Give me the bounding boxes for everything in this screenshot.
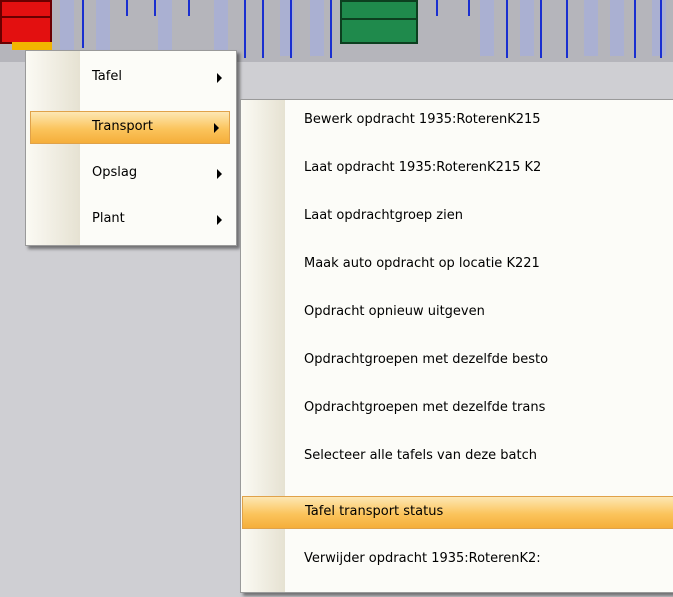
menu-item-label: Tafel transport status: [305, 504, 444, 519]
menu-item-opslag[interactable]: Opslag: [26, 158, 236, 189]
submenu-arrow-icon: [217, 215, 222, 225]
rail-line: [290, 0, 292, 58]
table-block-green[interactable]: [340, 0, 418, 44]
tick-mark: [436, 0, 438, 16]
menu-item-label: Opdracht opnieuw uitgeven: [304, 304, 485, 319]
menu-item-laat-opdracht[interactable]: Laat opdracht 1935:RoterenK215 K2: [242, 153, 673, 184]
menu-item-label: Opdrachtgroepen met dezelfde trans: [304, 400, 546, 415]
menu-item-label: Bewerk opdracht 1935:RoterenK215: [304, 112, 541, 127]
rail-line: [540, 0, 542, 58]
selected-table-red[interactable]: [0, 0, 52, 44]
menu-item-label: Maak auto opdracht op locatie K221: [304, 256, 540, 271]
menu-item-tafel-transport-status[interactable]: Tafel transport status: [242, 496, 673, 529]
menu-item-label: Opdrachtgroepen met dezelfde besto: [304, 352, 549, 367]
menu-item-tafel[interactable]: Tafel: [26, 62, 236, 93]
rail-line: [660, 0, 662, 58]
menu-item-bewerk-opdracht[interactable]: Bewerk opdracht 1935:RoterenK215: [242, 105, 673, 136]
transport-submenu: Bewerk opdracht 1935:RoterenK215 Laat op…: [240, 99, 673, 593]
slot-marker: [310, 0, 324, 56]
slot-marker: [214, 0, 228, 56]
menu-item-label: Laat opdrachtgroep zien: [304, 208, 463, 223]
menu-item-label: Tafel: [92, 69, 122, 84]
menu-item-laat-opdrachtgroep[interactable]: Laat opdrachtgroep zien: [242, 201, 673, 232]
menu-item-label: Transport: [92, 119, 154, 134]
slot-marker: [480, 0, 494, 56]
menu-item-label: Opslag: [92, 165, 138, 180]
menu-item-label: Laat opdracht 1935:RoterenK215 K2: [304, 160, 542, 175]
menu-item-label: Plant: [92, 211, 125, 226]
menu-item-label: Selecteer alle tafels van deze batch: [304, 448, 537, 463]
submenu-arrow-icon: [217, 169, 222, 179]
tick-mark: [154, 0, 156, 16]
rail-line: [566, 0, 568, 58]
tick-mark: [468, 0, 470, 16]
menu-item-maak-auto-opdracht[interactable]: Maak auto opdracht op locatie K221: [242, 249, 673, 280]
menu-item-transport[interactable]: Transport: [30, 111, 230, 144]
selection-indicator: [12, 42, 52, 50]
menu-item-verwijder-opdracht[interactable]: Verwijder opdracht 1935:RoterenK2:: [242, 544, 673, 575]
menu-item-opdracht-opnieuw[interactable]: Opdracht opnieuw uitgeven: [242, 297, 673, 328]
rail-line: [262, 0, 264, 58]
slot-marker: [96, 0, 110, 56]
rail-line: [244, 0, 246, 58]
rail-line: [506, 0, 508, 58]
slot-marker: [158, 0, 172, 56]
menu-item-selecteer-tafels[interactable]: Selecteer alle tafels van deze batch: [242, 441, 673, 472]
submenu-arrow-icon: [217, 73, 222, 83]
submenu-arrow-icon: [214, 123, 219, 133]
slot-marker: [60, 0, 74, 56]
slot-marker: [652, 0, 666, 56]
menu-item-plant[interactable]: Plant: [26, 204, 236, 235]
rail-line: [634, 0, 636, 58]
menu-item-label: Verwijder opdracht 1935:RoterenK2:: [304, 551, 541, 566]
slot-marker: [610, 0, 624, 56]
tick-mark: [126, 0, 128, 16]
rail-line: [82, 0, 84, 48]
menu-item-opdrachtgroepen-besto[interactable]: Opdrachtgroepen met dezelfde besto: [242, 345, 673, 376]
slot-marker: [520, 0, 534, 56]
context-menu: Tafel Transport Opslag Plant: [25, 50, 237, 246]
tick-mark: [188, 0, 190, 16]
rail-line: [330, 0, 332, 58]
menu-item-opdrachtgroepen-trans[interactable]: Opdrachtgroepen met dezelfde trans: [242, 393, 673, 424]
slot-marker: [584, 0, 598, 56]
